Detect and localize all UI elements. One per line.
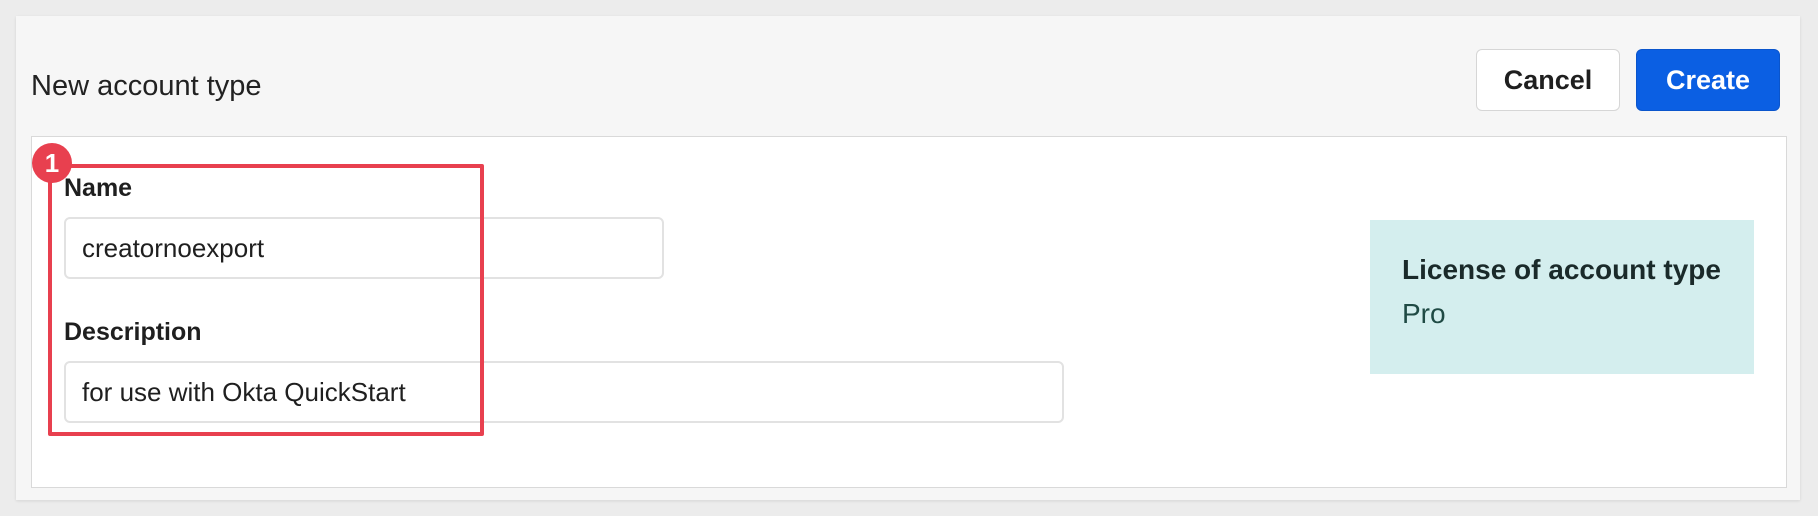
callout-number-badge: 1	[32, 143, 72, 183]
callout-highlight-box	[48, 164, 484, 436]
license-info-box: License of account type Pro	[1370, 220, 1754, 374]
create-button[interactable]: Create	[1636, 49, 1780, 111]
license-title: License of account type	[1402, 254, 1721, 285]
page-title: New account type	[31, 70, 262, 102]
license-value: Pro	[1402, 298, 1446, 329]
cancel-button[interactable]: Cancel	[1476, 49, 1620, 111]
